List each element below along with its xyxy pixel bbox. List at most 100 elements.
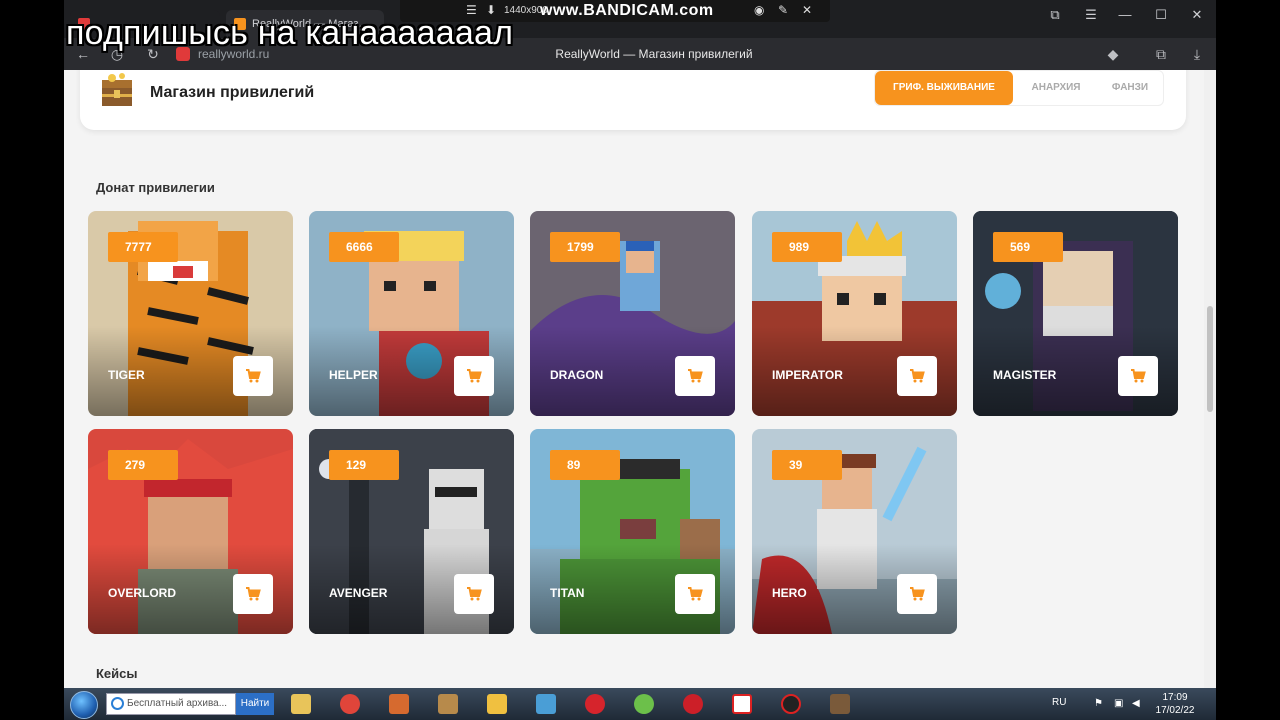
price-badge: 989	[772, 232, 842, 262]
add-to-cart-button[interactable]	[675, 356, 715, 396]
cart-icon	[688, 369, 703, 383]
page-title: ReallyWorld — Магазин привилегий	[555, 47, 753, 61]
recorder-logo: www.BANDICAM.com	[540, 2, 714, 19]
privilege-name: MAGISTER	[993, 368, 1057, 382]
chrome-icon	[340, 694, 360, 714]
taskbar-app-utorrent[interactable]	[623, 689, 665, 719]
minimize-button[interactable]: —	[1114, 6, 1136, 24]
taskbar-app-app[interactable]	[378, 689, 420, 719]
privilege-card-avenger[interactable]: 129 AVENGER	[309, 429, 514, 634]
server-tabs: ГРИФ. ВЫЖИВАНИЕ АНАРХИЯ ФАНЗИ	[874, 70, 1164, 106]
cart-icon	[467, 369, 482, 383]
video-caption: подпишысь на канааааааал	[66, 14, 514, 52]
clock[interactable]: 17:09 17/02/22	[1150, 691, 1200, 717]
media-icon	[536, 694, 556, 714]
utorrent-icon	[634, 694, 654, 714]
language-indicator[interactable]: RU	[1052, 697, 1066, 708]
scrollbar[interactable]	[1204, 70, 1216, 688]
privilege-card-titan[interactable]: 89 TITAN	[530, 429, 735, 634]
price-badge: 89	[550, 450, 620, 480]
price-badge: 279	[108, 450, 178, 480]
tab-fanzi[interactable]: ФАНЗИ	[1097, 71, 1163, 105]
shop-header: Магазин привилегий ГРИФ. ВЫЖИВАНИЕ АНАРХ…	[80, 70, 1186, 130]
privilege-card-imperator[interactable]: 989 IMPERATOR	[752, 211, 957, 416]
taskbar-app-explorer[interactable]	[280, 689, 322, 719]
cart-icon	[467, 587, 482, 601]
privilege-name: AVENGER	[329, 586, 388, 600]
scroll-thumb[interactable]	[1207, 306, 1213, 412]
app-icon	[389, 694, 409, 714]
clock-date: 17/02/22	[1155, 705, 1195, 716]
taskbar-search-input[interactable]: Бесплатный архива...	[106, 693, 236, 715]
shop-title: Магазин привилегий	[150, 84, 315, 101]
add-to-cart-button[interactable]	[675, 574, 715, 614]
cart-icon	[246, 369, 261, 383]
add-to-cart-button[interactable]	[1118, 356, 1158, 396]
add-to-cart-button[interactable]	[233, 356, 273, 396]
privilege-card-tiger[interactable]: 7777 TIGER	[88, 211, 293, 416]
price-badge: 7777	[108, 232, 178, 262]
cart-icon	[688, 587, 703, 601]
extensions-icon[interactable]: ⧉	[1152, 45, 1170, 63]
cart-icon	[910, 587, 925, 601]
privilege-name: TITAN	[550, 586, 585, 600]
taskbar-app-bandicam[interactable]	[770, 689, 812, 719]
close-button[interactable]: ✕	[1186, 6, 1208, 24]
privilege-card-helper[interactable]: 6666 HELPER	[309, 211, 514, 416]
maximize-button[interactable]: ☐	[1150, 6, 1172, 24]
price-badge: 129	[329, 450, 399, 480]
minecraft-icon	[830, 694, 850, 714]
cart-icon	[246, 587, 261, 601]
tabs-icon[interactable]: ⧉	[1044, 6, 1066, 24]
taskbar-app-opera[interactable]	[574, 689, 616, 719]
add-to-cart-button[interactable]	[454, 356, 494, 396]
flag-icon[interactable]: ⚑	[1094, 698, 1106, 710]
privilege-card-magister[interactable]: 569 MAGISTER	[973, 211, 1178, 416]
section-title: Донат привилегии	[96, 180, 215, 195]
privilege-card-overlord[interactable]: 279 OVERLORD	[88, 429, 293, 634]
tab-survival[interactable]: ГРИФ. ВЫЖИВАНИЕ	[875, 71, 1013, 105]
search-text: Бесплатный архива...	[127, 698, 228, 709]
chest-icon	[102, 73, 132, 106]
privilege-card-dragon[interactable]: 1799 DRAGON	[530, 211, 735, 416]
taskbar-app-media[interactable]	[525, 689, 567, 719]
add-to-cart-button[interactable]	[233, 574, 273, 614]
download-icon[interactable]: ⤓	[1188, 45, 1206, 63]
search-button[interactable]: Найти	[236, 693, 274, 715]
privilege-name: DRAGON	[550, 368, 604, 382]
cart-icon	[1131, 369, 1146, 383]
bandicam-icon	[781, 694, 801, 714]
taskbar-app-app2[interactable]	[476, 689, 518, 719]
pencil-icon[interactable]: ✎	[778, 3, 788, 17]
tab-anarchy[interactable]: АНАРХИЯ	[1017, 71, 1095, 105]
privilege-name: HELPER	[329, 368, 378, 382]
add-to-cart-button[interactable]	[897, 356, 937, 396]
network-icon[interactable]: ▣	[1114, 698, 1126, 710]
taskbar: Бесплатный архива... Найти RU ⚑ ▣ ◀ 17:0…	[64, 688, 1216, 720]
taskbar-app-opera2[interactable]	[672, 689, 714, 719]
taskbar-app-yandex[interactable]	[721, 689, 763, 719]
close-icon[interactable]: ✕	[802, 3, 812, 17]
taskbar-app-archive[interactable]	[427, 689, 469, 719]
privilege-name: TIGER	[108, 368, 145, 382]
cart-icon	[910, 369, 925, 383]
menu-icon[interactable]: ☰	[1080, 6, 1102, 24]
taskbar-app-chrome[interactable]	[329, 689, 371, 719]
opera-icon	[585, 694, 605, 714]
start-button[interactable]	[70, 691, 98, 719]
privilege-name: IMPERATOR	[772, 368, 843, 382]
add-to-cart-button[interactable]	[897, 574, 937, 614]
privilege-card-hero[interactable]: 39 HERO	[752, 429, 957, 634]
camera-icon[interactable]: ◉	[754, 3, 764, 17]
taskbar-app-minecraft[interactable]	[819, 689, 861, 719]
page-content: Магазин привилегий ГРИФ. ВЫЖИВАНИЕ АНАРХ…	[64, 70, 1216, 688]
archive-icon	[438, 694, 458, 714]
volume-icon[interactable]: ◀	[1132, 698, 1144, 710]
price-badge: 569	[993, 232, 1063, 262]
price-badge: 6666	[329, 232, 399, 262]
bookmark-icon[interactable]: ◆	[1104, 45, 1122, 63]
add-to-cart-button[interactable]	[454, 574, 494, 614]
privilege-name: OVERLORD	[108, 586, 177, 600]
cases-title: Кейсы	[96, 666, 138, 681]
screen: ReallyWorld — Магаз… ⧉ ☰ — ☐ ✕ ☰ ⬇ 1440x…	[0, 0, 1280, 720]
